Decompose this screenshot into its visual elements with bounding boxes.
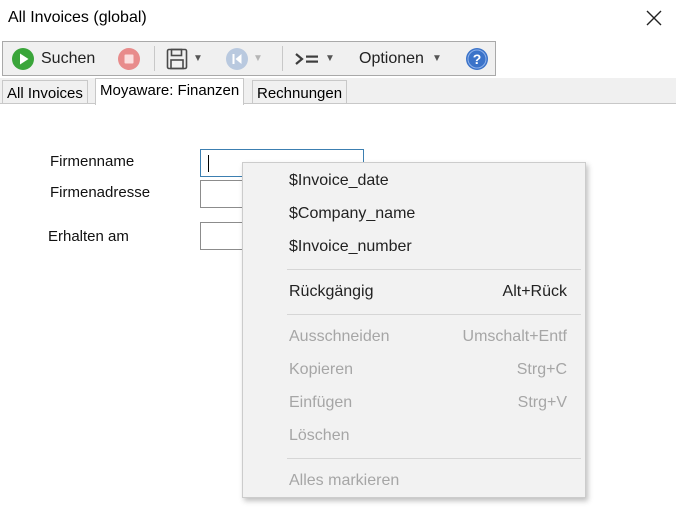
stop-button[interactable] [117, 42, 141, 75]
toolbar-separator [282, 46, 283, 71]
menu-item-label: Einfügen [289, 394, 353, 411]
menu-item-shortcut: Umschalt+Entf [462, 328, 567, 345]
menu-item-paste[interactable]: Einfügen Strg+V [243, 391, 585, 417]
svg-text:?: ? [473, 51, 482, 67]
stop-icon [118, 47, 140, 70]
chevron-down-icon: ▼ [431, 53, 442, 64]
context-menu: $Invoice_date $Company_name $Invoice_num… [242, 162, 586, 498]
menu-item-label: Alles markieren [289, 472, 400, 489]
close-icon[interactable] [642, 6, 666, 30]
goto-icon [295, 52, 318, 65]
menu-item-label: Kopieren [289, 361, 354, 378]
menu-item-shortcut: Strg+V [517, 394, 567, 411]
help-icon: ? [466, 47, 488, 70]
tab-label: All Invoices [7, 85, 83, 102]
chevron-down-icon[interactable]: ▼ [253, 53, 263, 64]
tab-rechnungen[interactable]: Rechnungen [252, 80, 348, 104]
help-button[interactable]: ? [465, 42, 489, 75]
menu-item-company-name[interactable]: $Company_name [243, 202, 585, 228]
search-button[interactable]: Suchen [11, 42, 95, 75]
window-title: All Invoices (global) [8, 9, 147, 26]
menu-item-copy[interactable]: Kopieren Strg+C [243, 358, 585, 384]
tab-all-invoices[interactable]: All Invoices [2, 80, 88, 104]
tab-label: Rechnungen [257, 85, 343, 102]
menu-item-shortcut: Alt+Rück [502, 283, 567, 300]
tab-label: Moyaware: Finanzen [100, 82, 240, 99]
menu-item-invoice-date[interactable]: $Invoice_date [243, 169, 585, 195]
options-menu[interactable]: Optionen ▼ [359, 42, 442, 75]
chevron-down-icon[interactable]: ▼ [325, 53, 335, 64]
text-caret [208, 155, 209, 172]
search-button-label: Suchen [41, 49, 96, 67]
toolbar-separator [154, 46, 155, 71]
menu-item-shortcut: Strg+C [516, 361, 567, 378]
menu-item-cut[interactable]: Ausschneiden Umschalt+Entf [243, 325, 585, 351]
goto-button[interactable]: ▼ [293, 42, 335, 75]
play-icon [12, 47, 34, 70]
menu-item-label: $Invoice_number [289, 238, 412, 255]
title-bar: All Invoices (global) [0, 0, 676, 38]
chevron-down-icon[interactable]: ▼ [193, 53, 203, 64]
tab-bar: All Invoices Moyaware: Finanzen Rechnung… [0, 78, 676, 105]
company-address-label: Firmenadresse [50, 184, 151, 201]
received-on-label: Erhalten am [48, 228, 129, 245]
menu-separator [287, 314, 581, 315]
first-record-button[interactable]: ▼ [225, 42, 263, 75]
company-name-label: Firmenname [50, 153, 135, 170]
menu-item-label: $Company_name [289, 205, 416, 222]
tab-moyaware-finanzen[interactable]: Moyaware: Finanzen [95, 78, 245, 105]
toolbar: Suchen ▼ ▼ ▼ Optionen ▼ ? [2, 41, 496, 76]
menu-item-label: Ausschneiden [289, 328, 390, 345]
save-button[interactable]: ▼ [165, 42, 203, 75]
menu-item-label: $Invoice_date [289, 172, 389, 189]
options-label: Optionen [359, 49, 424, 67]
menu-item-label: Löschen [289, 427, 350, 444]
menu-item-label: Rückgängig [289, 283, 374, 300]
menu-separator [287, 458, 581, 459]
menu-item-invoice-number[interactable]: $Invoice_number [243, 235, 585, 261]
menu-item-undo[interactable]: Rückgängig Alt+Rück [243, 280, 585, 306]
menu-item-select-all[interactable]: Alles markieren [243, 469, 585, 495]
menu-item-delete[interactable]: Löschen [243, 424, 585, 450]
menu-separator [287, 269, 581, 270]
first-record-icon [226, 47, 248, 70]
save-icon [166, 48, 188, 69]
